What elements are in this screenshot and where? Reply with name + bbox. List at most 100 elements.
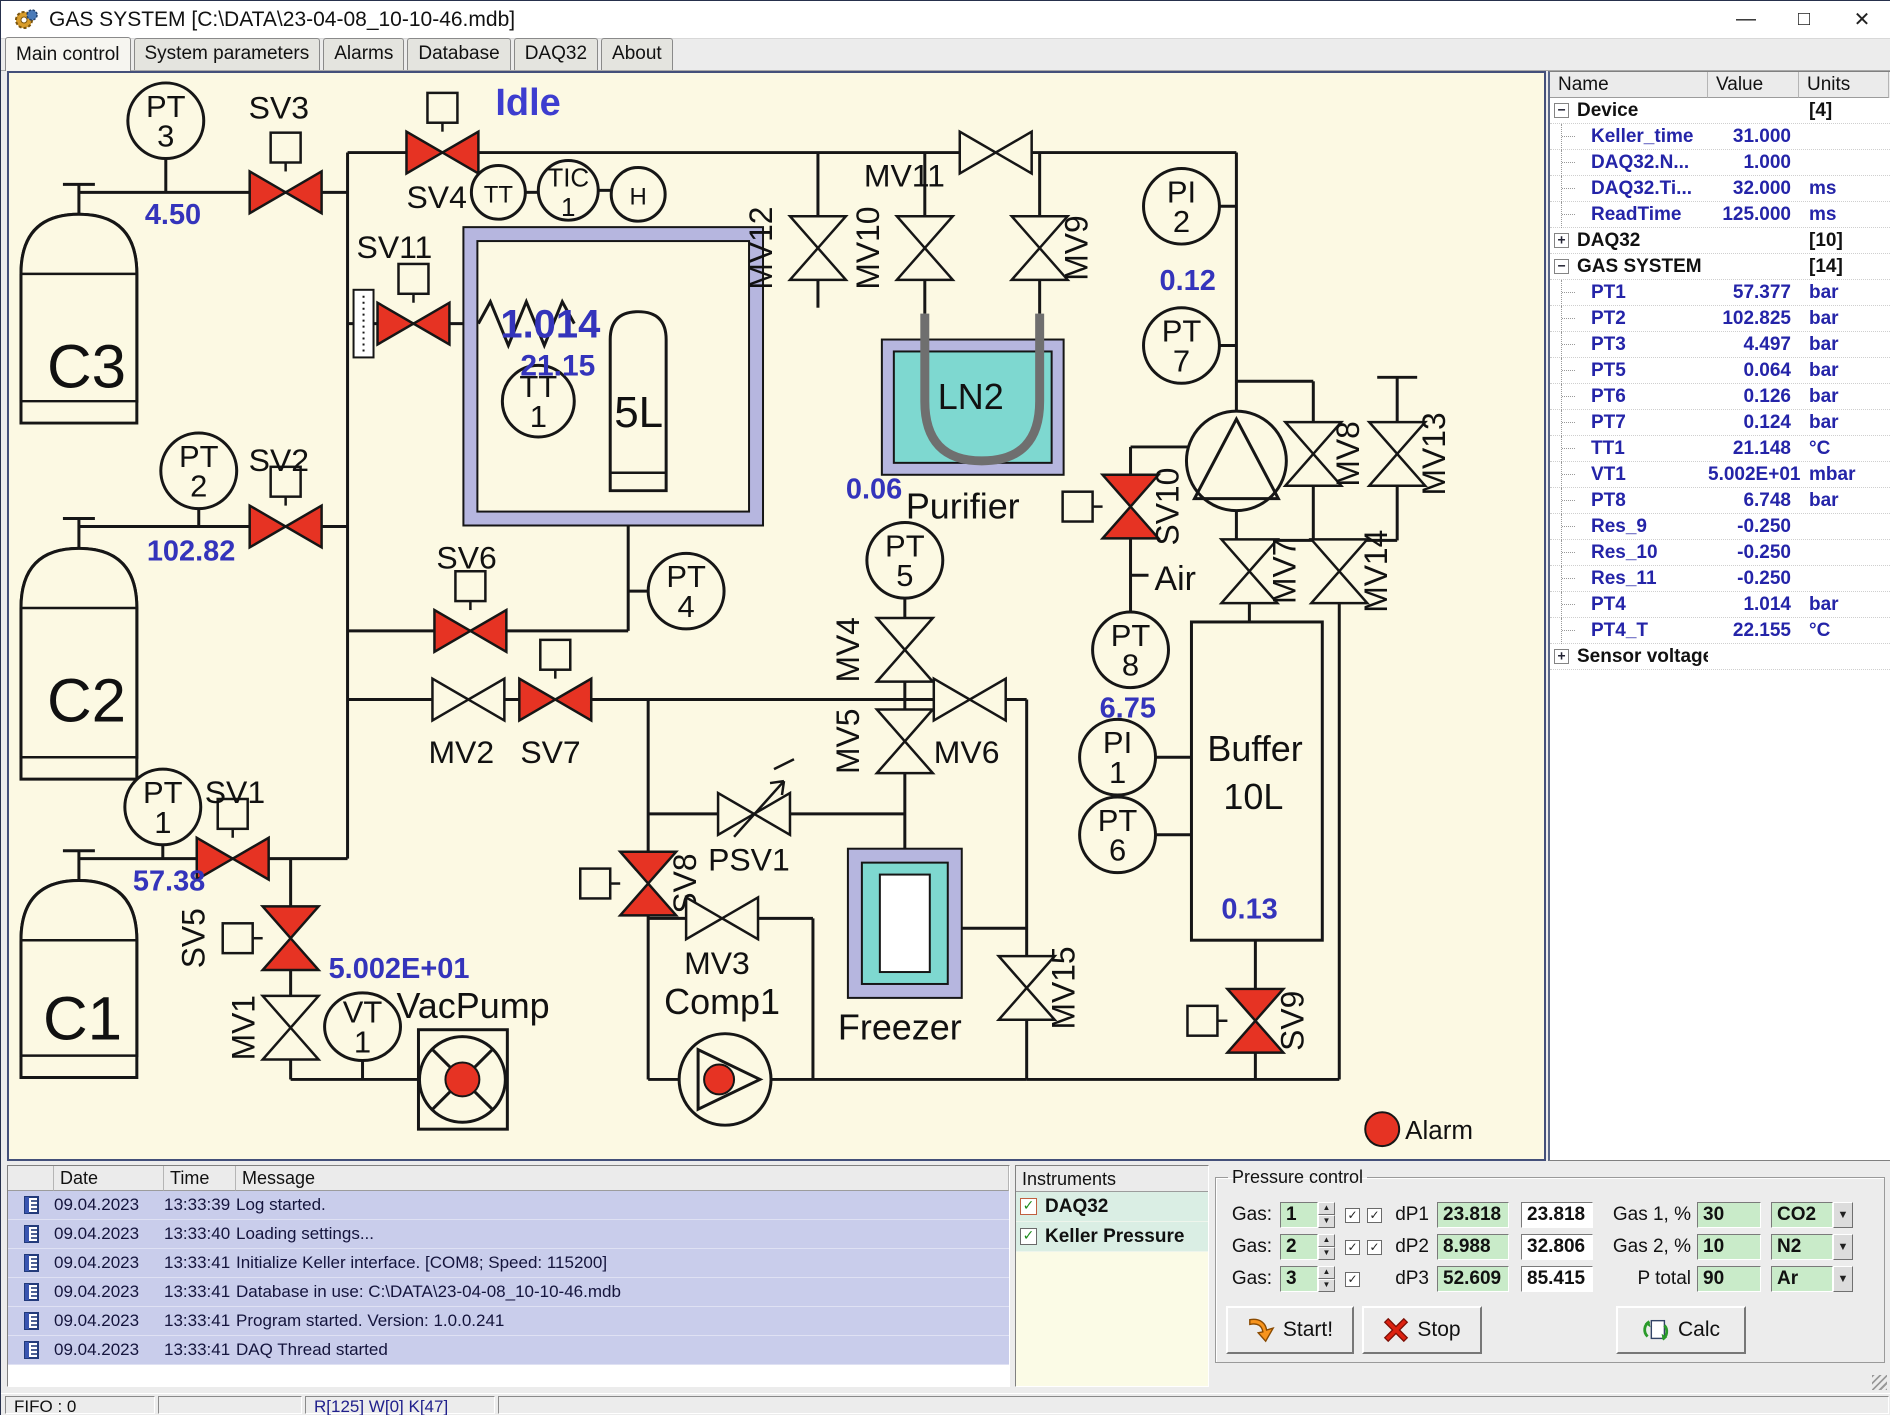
tree-row-pt6[interactable]: PT60.126bar xyxy=(1550,384,1890,410)
dp2-readback-field[interactable]: 32.806 xyxy=(1521,1234,1593,1260)
valve-psv1[interactable]: PSV1 xyxy=(708,759,794,877)
valve-sv4[interactable]: SV4 xyxy=(406,93,478,215)
resize-grip[interactable] xyxy=(1872,1375,1887,1390)
instrument-checkbox[interactable]: ✓ xyxy=(1020,1198,1037,1215)
dp1-setpoint-field[interactable]: 23.818 xyxy=(1437,1202,1509,1228)
valve-sv10[interactable]: SV10 xyxy=(1063,468,1186,546)
valve-sv2[interactable]: SV2 xyxy=(249,442,322,548)
log-row[interactable]: 09.04.202313:33:40Loading settings... xyxy=(8,1220,1009,1249)
tree-row-pt1[interactable]: PT157.377bar xyxy=(1550,280,1890,306)
gas1-select-arrow-icon[interactable]: ▼ xyxy=(1833,1202,1853,1228)
tree-row-daq32-ti-[interactable]: DAQ32.Ti...32.000ms xyxy=(1550,176,1890,202)
log-row[interactable]: 09.04.202313:33:41Database in use: C:\DA… xyxy=(8,1278,1009,1307)
gas1-pct-field[interactable]: 30 xyxy=(1697,1202,1761,1228)
valve-mv4[interactable]: MV4 xyxy=(830,617,933,682)
valve-sv7[interactable]: SV7 xyxy=(519,640,591,770)
tab-main-control[interactable]: Main control xyxy=(5,37,131,71)
tab-database[interactable]: Database xyxy=(407,38,510,70)
gas1-checkbox-b[interactable]: ✓ xyxy=(1367,1208,1382,1223)
valve-mv3[interactable]: MV3 xyxy=(684,897,758,981)
tree-row-pt2[interactable]: PT2102.825bar xyxy=(1550,306,1890,332)
gas2-spin-up[interactable]: ▲ xyxy=(1318,1234,1335,1247)
dp3-setpoint-field[interactable]: 52.609 xyxy=(1437,1266,1509,1292)
gas3-select[interactable]: Ar▼ xyxy=(1771,1266,1853,1292)
instrument-pt4[interactable]: PT4 xyxy=(648,553,724,629)
valve-mv14[interactable]: MV14 xyxy=(1311,530,1394,613)
gas2-checkbox-b[interactable]: ✓ xyxy=(1367,1240,1382,1255)
valve-mv6[interactable]: MV6 xyxy=(934,679,1006,771)
instrument-tt[interactable]: TT xyxy=(471,165,525,219)
instrument-pt1[interactable]: PT1 xyxy=(125,769,201,845)
tree-row-daq32[interactable]: +DAQ32[10] xyxy=(1550,228,1890,254)
instrument-item-daq32[interactable]: ✓DAQ32 xyxy=(1016,1192,1208,1222)
valve-mv15[interactable]: MV15 xyxy=(999,946,1082,1029)
log-column-message[interactable]: Message xyxy=(236,1166,1009,1191)
collapse-icon[interactable]: − xyxy=(1554,103,1569,118)
instrument-pt5[interactable]: PT5 xyxy=(867,523,943,599)
tab-daq32[interactable]: DAQ32 xyxy=(514,38,598,70)
valve-sv3[interactable]: SV3 xyxy=(249,90,322,213)
instrument-tic1[interactable]: TIC1 xyxy=(538,161,598,223)
gas1-checkbox-a[interactable]: ✓ xyxy=(1345,1208,1360,1223)
tree-row-tt1[interactable]: TT121.148°C xyxy=(1550,436,1890,462)
log-row[interactable]: 09.04.202313:33:41Initialize Keller inte… xyxy=(8,1249,1009,1278)
tree-row-pt3[interactable]: PT34.497bar xyxy=(1550,332,1890,358)
maximize-button[interactable]: □ xyxy=(1775,1,1833,38)
gas3-spin-down[interactable]: ▼ xyxy=(1318,1279,1335,1292)
instrument-pt3[interactable]: PT3 xyxy=(128,83,204,159)
tree-row-pt7[interactable]: PT70.124bar xyxy=(1550,410,1890,436)
log-row[interactable]: 09.04.202313:33:39Log started. xyxy=(8,1191,1009,1220)
valve-mv13[interactable]: MV13 xyxy=(1369,412,1452,495)
valve-sv9[interactable]: SV9 xyxy=(1187,989,1310,1053)
gas2-spinner[interactable]: 2▲▼ xyxy=(1280,1234,1335,1260)
gas3-spinner[interactable]: 3▲▼ xyxy=(1280,1266,1335,1292)
valve-mv1[interactable]: MV1 xyxy=(226,995,319,1060)
tree-row-sensor-voltage[interactable]: +Sensor voltage xyxy=(1550,644,1890,670)
tree-row-pt4-t[interactable]: PT4_T22.155°C xyxy=(1550,618,1890,644)
calc-button[interactable]: Calc xyxy=(1616,1306,1746,1354)
dp1-readback-field[interactable]: 23.818 xyxy=(1521,1202,1593,1228)
log-column-date[interactable]: Date xyxy=(54,1166,164,1191)
tree-column-name[interactable]: Name xyxy=(1550,72,1708,98)
tree-row-gas-system[interactable]: −GAS SYSTEM[14] xyxy=(1550,254,1890,280)
tree-column-value[interactable]: Value xyxy=(1708,72,1799,98)
dp2-setpoint-field[interactable]: 8.988 xyxy=(1437,1234,1509,1260)
instrument-pt2[interactable]: PT2 xyxy=(161,433,237,509)
gas2-pct-field[interactable]: 10 xyxy=(1697,1234,1761,1260)
valve-sv1[interactable]: SV1 xyxy=(197,774,269,880)
gas3-checkbox-a[interactable]: ✓ xyxy=(1345,1272,1360,1287)
gas2-select-arrow-icon[interactable]: ▼ xyxy=(1833,1234,1853,1260)
tree-row-pt5[interactable]: PT50.064bar xyxy=(1550,358,1890,384)
instrument-pt7[interactable]: PT7 xyxy=(1144,308,1220,384)
log-row[interactable]: 09.04.202313:33:41Program started. Versi… xyxy=(8,1307,1009,1336)
ptotal-field[interactable]: 90 xyxy=(1697,1266,1761,1292)
tab-system-parameters[interactable]: System parameters xyxy=(134,38,321,70)
dp3-readback-field[interactable]: 85.415 xyxy=(1521,1266,1593,1292)
gas2-checkbox-a[interactable]: ✓ xyxy=(1345,1240,1360,1255)
gas1-select[interactable]: CO2▼ xyxy=(1771,1202,1853,1228)
tab-alarms[interactable]: Alarms xyxy=(323,38,404,70)
valve-mv8[interactable]: MV8 xyxy=(1285,421,1366,486)
minimize-button[interactable]: — xyxy=(1717,1,1775,38)
instrument-pi2[interactable]: PI2 xyxy=(1144,168,1220,244)
valve-mv7[interactable]: MV7 xyxy=(1221,539,1302,604)
gas1-spin-down[interactable]: ▼ xyxy=(1318,1215,1335,1228)
tree-row-keller-time[interactable]: Keller_time31.000 xyxy=(1550,124,1890,150)
collapse-icon[interactable]: − xyxy=(1554,259,1569,274)
expand-icon[interactable]: + xyxy=(1554,649,1569,664)
start-button[interactable]: Start! xyxy=(1226,1306,1354,1354)
gas3-spin-up[interactable]: ▲ xyxy=(1318,1266,1335,1279)
valve-mv10[interactable]: MV10 xyxy=(850,206,953,289)
instrument-pi1[interactable]: PI1 xyxy=(1080,719,1156,795)
valve-sv6[interactable]: SV6 xyxy=(434,539,506,651)
tree-row-res-11[interactable]: Res_11-0.250 xyxy=(1550,566,1890,592)
instrument-item-keller-pressure[interactable]: ✓Keller Pressure xyxy=(1016,1222,1208,1252)
gas1-spin-up[interactable]: ▲ xyxy=(1318,1202,1335,1215)
valve-mv2[interactable]: MV2 xyxy=(428,679,504,771)
tree-row-vt1[interactable]: VT15.002E+01mbar xyxy=(1550,462,1890,488)
instrument-pt6[interactable]: PT6 xyxy=(1080,797,1156,873)
gas2-spin-down[interactable]: ▼ xyxy=(1318,1247,1335,1260)
gas2-select[interactable]: N2▼ xyxy=(1771,1234,1853,1260)
close-button[interactable]: ✕ xyxy=(1833,1,1890,38)
alarm-indicator[interactable] xyxy=(1365,1112,1399,1146)
